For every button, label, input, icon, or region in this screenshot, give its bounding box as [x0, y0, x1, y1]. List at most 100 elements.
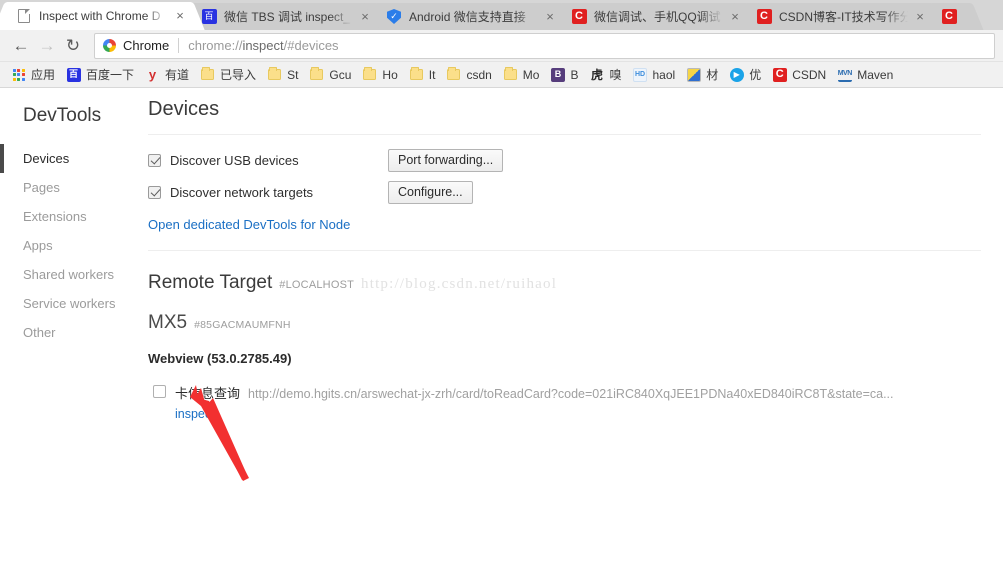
- target-select-checkbox[interactable]: [153, 385, 166, 398]
- bookmark-youku[interactable]: ▶ 优: [724, 64, 766, 85]
- device-name: MX5: [148, 312, 188, 333]
- bookmark-label: 嗅: [609, 68, 622, 82]
- sidebar-item-label: Other: [23, 325, 56, 340]
- browser-tab-1[interactable]: Inspect with Chrome D ×: [6, 2, 192, 30]
- address-bar[interactable]: Chrome chrome://inspect/#devices: [94, 32, 995, 59]
- bookmark-hu[interactable]: 虎 嗅: [584, 64, 626, 85]
- bookmark-label: Mo: [522, 67, 540, 82]
- browser-tab-4[interactable]: C 微信调试、手机QQ调试 ×: [561, 3, 747, 30]
- bookmark-label: B: [570, 67, 579, 82]
- discover-network-label: Discover network targets: [170, 184, 314, 200]
- port-forwarding-button[interactable]: Port forwarding...: [388, 148, 504, 172]
- sidebar-item-label: Devices: [23, 151, 70, 166]
- tab-title: 微信 TBS 调试 inspect_: [224, 10, 351, 24]
- bookmark-folder-st[interactable]: St: [262, 65, 303, 84]
- sidebar-item-service-workers[interactable]: Service workers: [0, 289, 133, 318]
- sidebar-item-pages[interactable]: Pages: [0, 173, 133, 202]
- divider: [148, 250, 981, 251]
- bookmark-label: haol: [652, 67, 676, 82]
- csdn-icon: C: [756, 9, 772, 25]
- url-host-part: inspect: [242, 38, 284, 53]
- bookmark-cai[interactable]: 材: [681, 64, 723, 85]
- bookmark-label: Ho: [382, 67, 398, 82]
- sidebar-item-other[interactable]: Other: [0, 318, 133, 347]
- device-serial: #85GACMAUMFNH: [194, 319, 291, 331]
- target-row: 卡信息查询 http://demo.hgits.cn/arswechat-jx-…: [148, 383, 1003, 423]
- bookmark-label: csdn: [466, 67, 492, 82]
- bookmark-label: 百度一下: [86, 68, 135, 82]
- devtools-sidebar: DevTools Devices Pages Extensions Apps S…: [0, 88, 133, 587]
- hd-icon: HD: [633, 67, 648, 82]
- sidebar-item-apps[interactable]: Apps: [0, 231, 133, 260]
- bookmark-label: 已导入: [220, 68, 257, 82]
- bookmark-label: Maven: [857, 67, 894, 82]
- bookmark-folder-ho[interactable]: Ho: [357, 65, 402, 84]
- tab-title: Android 微信支持直接: [409, 10, 526, 24]
- inspect-page: DevTools Devices Pages Extensions Apps S…: [0, 88, 1003, 587]
- bookmark-folder-gcu[interactable]: Gcu: [304, 65, 356, 84]
- folder-icon: [362, 67, 377, 82]
- discover-network-checkbox[interactable]: [148, 185, 161, 199]
- configure-button[interactable]: Configure...: [388, 180, 473, 204]
- bookmark-youdao[interactable]: y 有道: [140, 64, 194, 85]
- omnibox-scheme-label: Chrome: [123, 38, 170, 53]
- bookmark-maven[interactable]: MVN Maven: [832, 65, 898, 84]
- sidebar-item-label: Pages: [23, 180, 60, 195]
- tab-strip: Inspect with Chrome D × 百 微信 TBS 调试 insp…: [0, 0, 1003, 30]
- document-icon: [16, 8, 32, 24]
- bookmark-folder-csdn[interactable]: csdn: [441, 65, 496, 84]
- back-button[interactable]: ←: [8, 33, 34, 59]
- webview-heading: Webview (53.0.2785.49): [148, 351, 292, 366]
- maven-icon: MVN: [837, 67, 852, 82]
- csdn-icon: C: [941, 9, 957, 25]
- url-scheme-part: chrome://: [188, 38, 243, 53]
- tab-title: CSDN博客-IT技术写作分: [779, 10, 908, 24]
- browser-tab-2[interactable]: 百 微信 TBS 调试 inspect_ ×: [191, 3, 377, 30]
- bookmark-bootstrap[interactable]: B B: [545, 65, 583, 84]
- bookmark-label: 应用: [31, 68, 56, 82]
- sidebar-item-extensions[interactable]: Extensions: [0, 202, 133, 231]
- sidebar-item-label: Extensions: [23, 209, 87, 224]
- discover-network-row: Discover network targets Configure...: [148, 180, 1003, 204]
- target-details: 卡信息查询 http://demo.hgits.cn/arswechat-jx-…: [175, 383, 1003, 423]
- tab-close-button[interactable]: ×: [172, 8, 188, 24]
- forward-button[interactable]: →: [34, 33, 60, 59]
- tab-title: Inspect with Chrome D: [39, 9, 161, 23]
- omnibox-divider: [178, 38, 180, 53]
- csdn-icon: C: [571, 9, 587, 25]
- browser-tab-5[interactable]: C CSDN博客-IT技术写作分 ×: [746, 3, 932, 30]
- youku-icon: ▶: [729, 67, 744, 82]
- bookmark-label: 材: [706, 68, 719, 82]
- reload-button[interactable]: ↻: [60, 33, 86, 59]
- page-title: Devices: [148, 98, 220, 120]
- open-node-devtools-link[interactable]: Open dedicated DevTools for Node: [148, 217, 350, 232]
- hu-icon: 虎: [590, 67, 603, 82]
- bookmark-folder-imported[interactable]: 已导入: [195, 64, 261, 85]
- csdn-icon: C: [772, 67, 787, 82]
- sidebar-item-label: Service workers: [23, 296, 116, 311]
- remote-target-host: #LOCALHOST: [279, 279, 355, 291]
- chrome-browser-window: Inspect with Chrome D × 百 微信 TBS 调试 insp…: [0, 0, 1003, 587]
- bookmark-label: 有道: [165, 68, 190, 82]
- bookmark-haol[interactable]: HD haol: [628, 65, 681, 84]
- inspect-link[interactable]: inspect: [175, 407, 215, 421]
- tab-title: 微信调试、手机QQ调试: [594, 10, 721, 24]
- device-heading: MX5 #85GACMAUMFNH: [148, 312, 1003, 334]
- bookmark-folder-mo[interactable]: Mo: [498, 65, 545, 84]
- bookmark-label: It: [428, 67, 436, 82]
- sidebar-item-label: Apps: [23, 238, 53, 253]
- target-title-line: 卡信息查询 http://demo.hgits.cn/arswechat-jx-…: [175, 383, 1003, 402]
- sidebar-item-label: Shared workers: [23, 267, 115, 282]
- sidebar-item-shared-workers[interactable]: Shared workers: [0, 260, 133, 289]
- bookmark-apps[interactable]: 应用: [6, 64, 60, 85]
- apps-grid-icon: [11, 67, 26, 82]
- browser-tab-6[interactable]: C: [931, 3, 971, 30]
- bookmark-folder-it[interactable]: It: [404, 65, 441, 84]
- bookmark-csdn[interactable]: C CSDN: [767, 65, 831, 84]
- discover-usb-checkbox[interactable]: [148, 153, 161, 167]
- folder-icon: [446, 67, 461, 82]
- bookmark-label: 优: [749, 68, 762, 82]
- sidebar-item-devices[interactable]: Devices: [0, 144, 133, 173]
- browser-tab-3[interactable]: ✓ Android 微信支持直接 ×: [376, 3, 562, 30]
- bookmark-baidu[interactable]: 百 百度一下: [61, 64, 139, 85]
